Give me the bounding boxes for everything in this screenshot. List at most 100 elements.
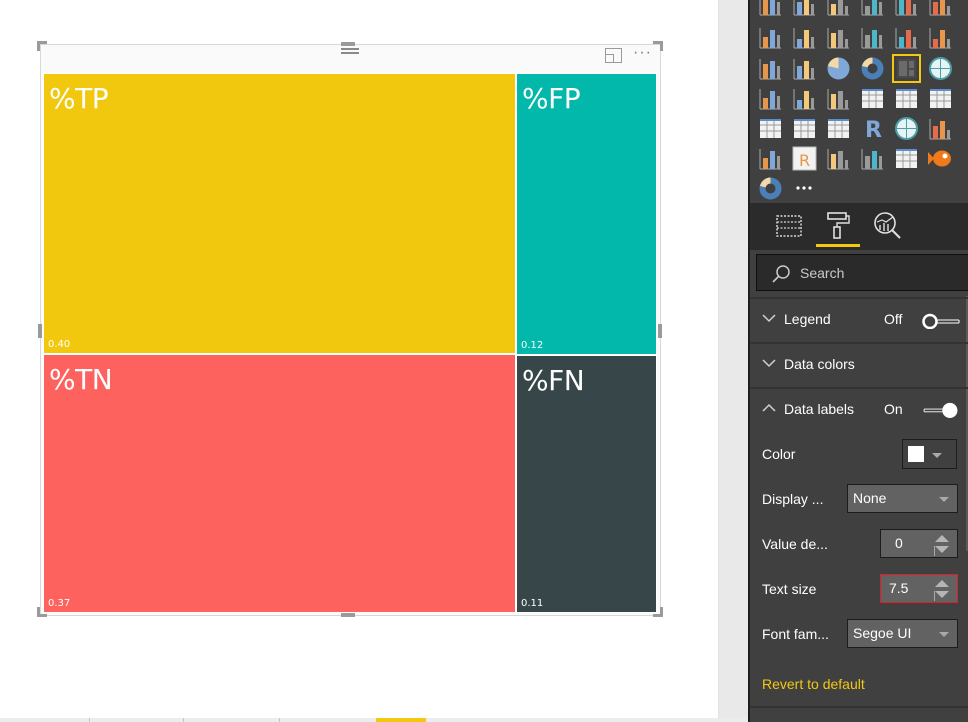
clustered-column-icon[interactable] <box>860 0 885 17</box>
kpi-icon[interactable] <box>928 86 953 111</box>
resize-handle-top-left-v[interactable] <box>37 41 40 51</box>
color-label: Color <box>762 446 796 462</box>
spin-up-icon[interactable] <box>935 580 949 587</box>
network-icon[interactable] <box>758 146 783 171</box>
report-canvas: ··· %TP 0.40 %TN 0.37 %FP 0.12 %FN 0.11 <box>0 0 718 722</box>
fish-icon[interactable] <box>928 146 953 171</box>
card-icon[interactable] <box>860 86 885 111</box>
more-visuals-icon[interactable] <box>792 176 817 201</box>
data-colors-title: Data colors <box>784 356 855 372</box>
tile-category-label: %FN <box>522 364 585 397</box>
multi-row-card-icon[interactable] <box>894 86 919 111</box>
scatter-icon[interactable] <box>792 56 817 81</box>
caret-down-icon <box>939 632 949 637</box>
line-stacked-column-icon[interactable] <box>894 25 919 50</box>
analytics-icon <box>874 212 901 239</box>
treemap-visual[interactable]: ··· %TP 0.40 %TN 0.37 %FP 0.12 %FN 0.11 <box>37 41 663 617</box>
legend-toggle[interactable] <box>922 313 960 329</box>
analytics-tab[interactable] <box>867 209 911 247</box>
page-tab-1[interactable] <box>0 718 90 722</box>
spin-up-icon[interactable] <box>935 535 949 542</box>
waterfall-icon[interactable] <box>758 56 783 81</box>
r-table-icon[interactable]: R <box>792 146 817 171</box>
line-chart-icon[interactable] <box>758 25 783 50</box>
clustered-bar-icon[interactable] <box>826 0 851 17</box>
legend-state: Off <box>884 311 903 327</box>
page-tab-active[interactable] <box>376 718 426 722</box>
display-units-label: Display ... <box>762 491 824 507</box>
filled-map-icon[interactable] <box>758 86 783 111</box>
treemap-icon[interactable] <box>892 54 921 83</box>
timeline-icon[interactable] <box>894 146 919 171</box>
pane-tabs <box>750 203 968 250</box>
data-labels-state: On <box>884 401 903 417</box>
legend-section[interactable]: Legend Off <box>750 297 968 341</box>
forecast-icon[interactable] <box>928 116 953 141</box>
svg-text:R: R <box>799 151 810 170</box>
table-icon[interactable] <box>792 116 817 141</box>
display-units-dropdown[interactable]: None <box>847 484 958 513</box>
visualizations-pane: RR Search Legend Off Data colors Data la… <box>748 0 968 722</box>
resize-handle-bottom-left-v[interactable] <box>37 607 40 617</box>
spin-down-icon[interactable] <box>935 591 949 598</box>
r-visual-icon[interactable]: R <box>860 116 885 143</box>
treemap-tile-tn[interactable]: %TN 0.37 <box>43 354 516 613</box>
ribbon-chart-icon[interactable] <box>928 25 953 50</box>
chevron-down-icon <box>762 359 776 368</box>
pie-icon[interactable] <box>826 56 851 81</box>
resize-handle-bottom-right-v[interactable] <box>660 607 663 617</box>
area-chart-icon[interactable] <box>792 25 817 50</box>
fields-tab[interactable] <box>767 209 811 247</box>
treemap-tile-fp[interactable]: %FP 0.12 <box>516 73 657 355</box>
text-size-label: Text size <box>762 581 817 597</box>
format-search-input[interactable]: Search <box>756 254 968 291</box>
data-colors-section[interactable]: Data colors <box>750 342 968 386</box>
focus-mode-icon[interactable] <box>605 48 622 63</box>
legend-title: Legend <box>784 311 831 327</box>
more-options-icon[interactable]: ··· <box>633 44 652 62</box>
donut-icon[interactable] <box>860 56 885 81</box>
resize-handle-right[interactable] <box>658 324 662 338</box>
value-decimals-stepper[interactable]: 0 <box>880 529 958 558</box>
treemap-tile-tp[interactable]: %TP 0.40 <box>43 73 516 354</box>
treemap-tile-fn[interactable]: %FN 0.11 <box>516 355 657 613</box>
stacked-column-icon[interactable] <box>792 0 817 17</box>
search-placeholder: Search <box>800 265 845 281</box>
format-tab[interactable] <box>816 209 860 247</box>
color-picker[interactable] <box>902 439 957 469</box>
page-tab-2[interactable] <box>90 718 184 722</box>
gauge-icon[interactable] <box>826 86 851 111</box>
tile-data-label: 0.40 <box>48 339 71 350</box>
treemap-chart: %TP 0.40 %TN 0.37 %FP 0.12 %FN 0.11 <box>43 73 657 613</box>
spin-down-icon[interactable] <box>935 546 949 553</box>
resize-handle-top-right-v[interactable] <box>660 41 663 51</box>
line-clustered-column-icon[interactable] <box>860 25 885 50</box>
chord-icon[interactable] <box>758 176 783 201</box>
page-tab-3[interactable] <box>184 718 280 722</box>
font-family-label: Font fam... <box>762 626 829 642</box>
data-labels-toggle[interactable] <box>922 402 960 418</box>
hierarchy-icon[interactable] <box>826 146 851 171</box>
funnel-icon[interactable] <box>792 86 817 111</box>
slicer-icon[interactable] <box>758 116 783 141</box>
stacked-area-icon[interactable] <box>826 25 851 50</box>
font-family-dropdown[interactable]: Segoe UI <box>847 619 958 648</box>
svg-text:R: R <box>865 118 882 141</box>
search-icon <box>772 265 790 283</box>
paint-roller-icon <box>827 212 850 239</box>
text-size-stepper[interactable]: 7.5 <box>880 574 958 603</box>
stacked-bar-icon[interactable] <box>758 0 783 17</box>
drag-grip-icon[interactable] <box>341 46 359 58</box>
matrix-icon[interactable] <box>826 116 851 141</box>
100-stacked-bar-icon[interactable] <box>894 0 919 17</box>
revert-to-default-link[interactable]: Revert to default <box>762 676 865 692</box>
path-icon[interactable] <box>860 146 885 171</box>
data-labels-section[interactable]: Data labels On <box>750 387 968 431</box>
tile-category-label: %TN <box>49 363 113 396</box>
font-family-value: Segoe UI <box>853 625 912 641</box>
globe-map-icon[interactable] <box>894 116 919 141</box>
map-icon[interactable] <box>928 56 953 81</box>
100-stacked-column-icon[interactable] <box>928 0 953 17</box>
resize-handle-left[interactable] <box>38 324 42 338</box>
resize-handle-bottom[interactable] <box>341 613 355 617</box>
